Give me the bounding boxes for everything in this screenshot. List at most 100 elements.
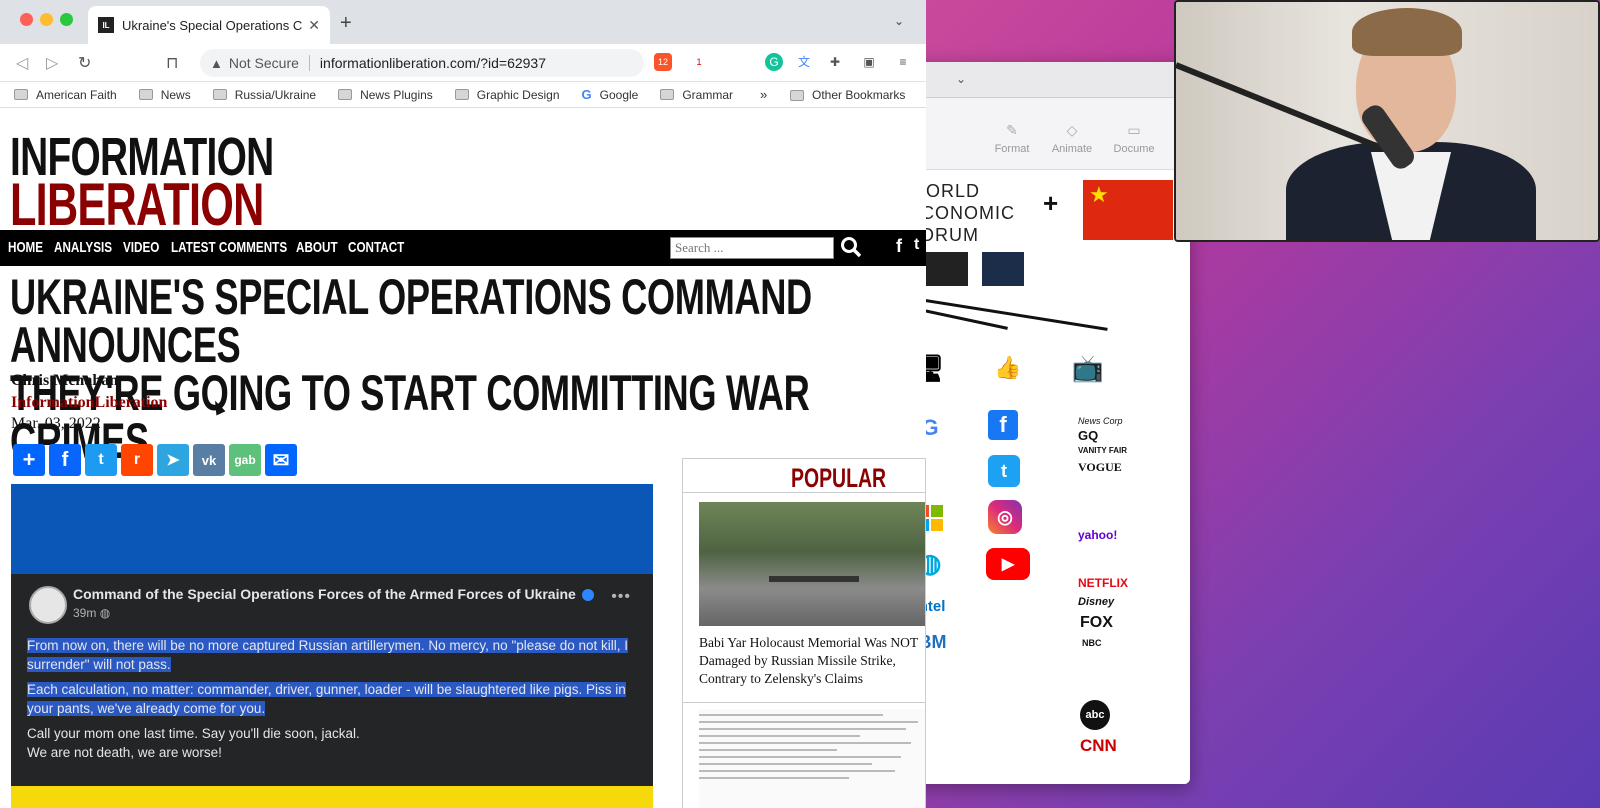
diamond-icon: ◇ <box>1066 122 1078 138</box>
nav-latest-comments[interactable]: LATEST COMMENTS <box>171 239 287 256</box>
site-nav: HOME ANALYSIS VIDEO LATEST COMMENTS ABOU… <box>0 230 926 266</box>
doc-line <box>699 770 895 772</box>
url-input[interactable]: ▲ Not Secure informationliberation.com/?… <box>200 49 644 77</box>
site-logo-bottom[interactable]: LIBERATION <box>10 170 264 239</box>
document-icon: ▭ <box>1127 122 1141 138</box>
menorah-shape <box>769 522 859 582</box>
netflix-logo: NETFLIX <box>1078 576 1128 590</box>
doc-line <box>699 728 906 730</box>
verified-badge-icon <box>581 589 594 602</box>
tab-search-chevron-icon[interactable]: ⌄ <box>894 14 904 28</box>
popular-item-image[interactable] <box>699 502 925 626</box>
folder-icon <box>14 89 28 100</box>
share-gab-icon[interactable]: gab <box>229 444 261 476</box>
globe-icon: ◍ <box>99 606 111 620</box>
divider <box>683 702 925 703</box>
doc-line <box>699 756 902 758</box>
instagram-icon: ◎ <box>988 500 1022 534</box>
bookmark-news[interactable]: News <box>138 87 191 102</box>
popular-item-link[interactable]: Babi Yar Holocaust Memorial Was NOT Dama… <box>699 634 925 688</box>
minimize-window-button[interactable] <box>40 13 53 26</box>
search-icon[interactable] <box>840 236 862 258</box>
webcam-overlay <box>1174 0 1600 242</box>
bookmark-label: News <box>160 87 191 102</box>
brush-icon: ✎ <box>1006 122 1018 138</box>
presenter-hair <box>1352 8 1462 56</box>
bookmark-american-faith[interactable]: American Faith <box>14 88 117 102</box>
nav-home[interactable]: HOME <box>8 239 43 256</box>
background-app-toolbar: ✎ Format ◇ Animate ▭ Docume <box>900 98 1190 170</box>
bookmark-label: Graphic Design <box>476 87 560 102</box>
browser-window[interactable]: IL Ukraine's Special Operations C ✕ + ⌄ … <box>0 0 926 808</box>
bookmark-news-plugins[interactable]: News Plugins <box>338 88 433 102</box>
security-status[interactable]: Not Secure <box>229 55 299 71</box>
share-add-icon[interactable]: + <box>13 444 45 476</box>
new-tab-button[interactable]: + <box>340 12 352 35</box>
reload-icon[interactable]: ↻ <box>78 53 91 73</box>
bookmark-russia-ukraine[interactable]: Russia/Ukraine <box>212 88 316 102</box>
post-paragraph-2: Each calculation, no matter: commander, … <box>27 680 639 718</box>
chevron-down-icon[interactable]: ⌄ <box>956 72 966 86</box>
bookmark-label: Other Bookmarks <box>812 88 906 102</box>
nav-contact[interactable]: CONTACT <box>348 239 404 256</box>
divider <box>683 492 925 493</box>
format-label: Format <box>994 143 1030 155</box>
gq-logo: GQ <box>1078 428 1099 443</box>
facebook-icon[interactable]: f <box>896 236 902 257</box>
bookmark-google[interactable]: G Google <box>582 87 639 102</box>
nav-video[interactable]: VIDEO <box>123 239 159 256</box>
share-twitter-icon[interactable]: t <box>85 444 117 476</box>
article-image-fb-post: Command of the Special Operations Forces… <box>11 484 653 808</box>
share-email-icon[interactable]: ✉ <box>265 444 297 476</box>
bookmark-icon[interactable]: ⊓ <box>166 53 178 73</box>
nav-analysis[interactable]: ANALYSIS <box>54 239 112 256</box>
article-source-link[interactable]: InformationLiberation <box>11 394 167 412</box>
background-app-window[interactable]: ⌄ ✎ Format ◇ Animate ▭ Docume WORLD ECONOMI… <box>900 62 1190 784</box>
close-window-button[interactable] <box>20 13 33 26</box>
drawing-canvas[interactable]: WORLD ECONOMIC FORUM + ★ 🖥 👍 📺 G ◍ intel… <box>900 170 1190 784</box>
popular-item-2-image[interactable] <box>699 709 925 808</box>
youtube-icon: ▶ <box>986 548 1030 580</box>
doc-line <box>699 777 849 779</box>
close-tab-icon[interactable]: ✕ <box>308 17 320 34</box>
forward-arrow-icon[interactable]: ▷ <box>46 53 58 73</box>
twitter-icon[interactable]: t <box>914 236 919 254</box>
doc-line <box>699 735 860 737</box>
url-text[interactable]: informationliberation.com/?id=62937 <box>320 55 546 71</box>
site-search-input[interactable] <box>670 237 834 259</box>
highlighted-text: From now on, there will be no more captu… <box>27 638 629 672</box>
share-telegram-icon[interactable]: ➤ <box>157 444 189 476</box>
background-app-titlebar[interactable]: ⌄ <box>900 62 1190 98</box>
bookmark-graphic-design[interactable]: Graphic Design <box>454 87 560 102</box>
menu-icon[interactable]: ≡ <box>894 53 912 71</box>
grammarly-icon[interactable]: G <box>765 53 783 71</box>
bookmark-grammar[interactable]: Grammar <box>660 88 733 102</box>
nav-about[interactable]: ABOUT <box>296 239 338 256</box>
share-buttons: + f t r ➤ vk gab ✉ <box>13 444 301 476</box>
brave-shields-icon[interactable]: 12 <box>654 53 672 71</box>
popular-heading: POPULAR <box>791 463 887 493</box>
brave-rewards-icon[interactable]: 1 <box>690 53 708 71</box>
more-options-icon: ••• <box>611 588 631 605</box>
other-bookmarks[interactable]: Other Bookmarks <box>790 82 905 108</box>
bookmark-label: News Plugins <box>360 87 433 102</box>
translate-icon[interactable]: 文 <box>795 53 813 71</box>
folder-icon <box>338 89 353 100</box>
document-label: Docume <box>1113 143 1155 155</box>
extensions-puzzle-icon[interactable]: ✚ <box>826 53 844 71</box>
share-reddit-icon[interactable]: r <box>121 444 153 476</box>
animate-tool[interactable]: ◇ Animate <box>1042 122 1102 155</box>
build-back-better-cover <box>982 252 1024 286</box>
television-icon: 📺 <box>1071 352 1105 383</box>
more-bookmarks-button[interactable]: » <box>760 87 767 102</box>
post-paragraph-1: From now on, there will be no more captu… <box>27 636 639 674</box>
post-time-text: 39m <box>73 606 97 620</box>
share-vk-icon[interactable]: vk <box>193 444 225 476</box>
browser-tab-active[interactable]: IL Ukraine's Special Operations C ✕ <box>88 6 330 44</box>
back-arrow-icon[interactable]: ◁ <box>16 53 28 73</box>
document-tool[interactable]: ▭ Docume <box>1104 122 1164 155</box>
wallet-icon[interactable]: ▣ <box>860 53 878 71</box>
maximize-window-button[interactable] <box>60 13 73 26</box>
format-tool[interactable]: ✎ Format <box>982 122 1042 155</box>
share-facebook-icon[interactable]: f <box>49 444 81 476</box>
